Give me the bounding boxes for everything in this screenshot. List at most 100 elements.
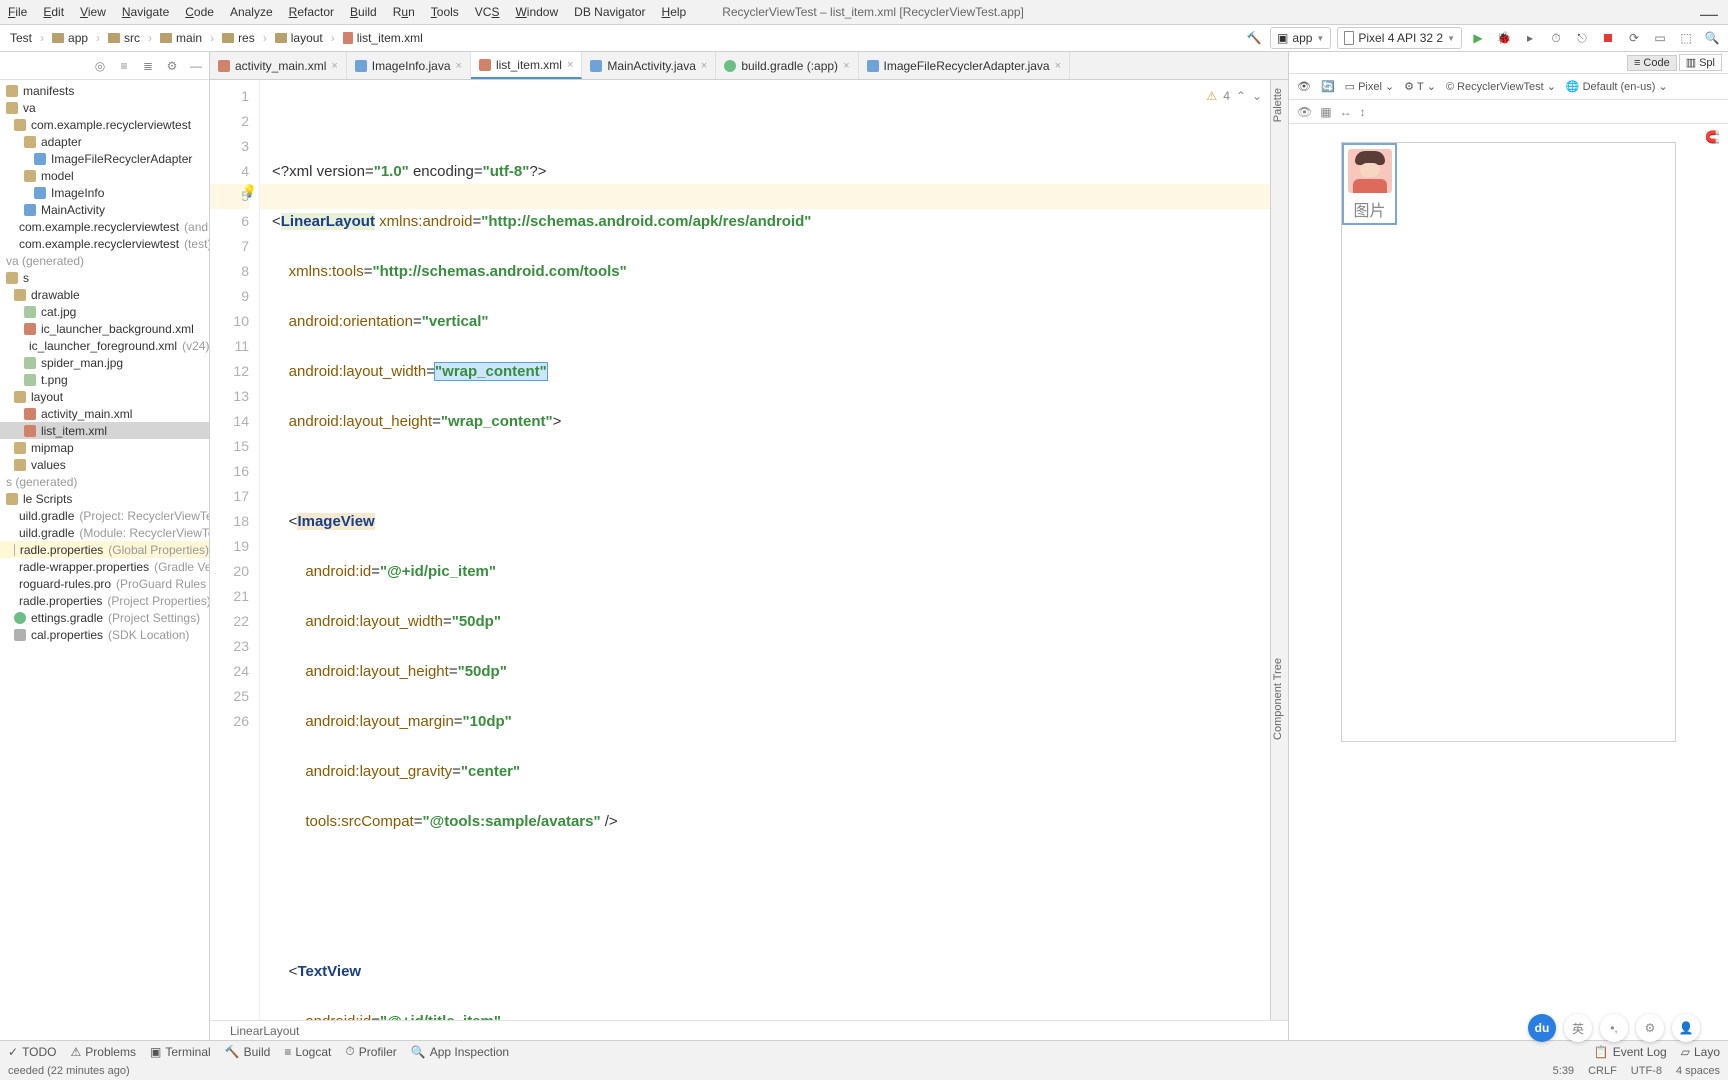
tree-node[interactable]: drawable (0, 286, 209, 303)
editor-breadcrumb[interactable]: LinearLayout (210, 1020, 1288, 1040)
menu-tools[interactable]: Tools (431, 5, 459, 19)
tree-node[interactable]: uild.gradle (Module: RecyclerViewTest.ap… (0, 524, 209, 541)
code-editor[interactable]: ⚠4 ⌃ ⌄ <?xml version="1.0" encoding="utf… (260, 80, 1270, 1020)
tree-node[interactable]: uild.gradle (Project: RecyclerViewTest) (0, 507, 209, 524)
api-dropdown[interactable]: ⚙ T ⌄ (1404, 80, 1436, 93)
settings-icon[interactable]: ⚙ (165, 59, 179, 73)
tree-node[interactable]: cal.properties (SDK Location) (0, 626, 209, 643)
editor-tab[interactable]: MainActivity.java× (582, 52, 716, 79)
menu-window[interactable]: Window (515, 5, 558, 19)
collapse-icon[interactable]: ≣ (141, 59, 155, 73)
tree-node[interactable]: roguard-rules.pro (ProGuard Rules for Re… (0, 575, 209, 592)
tree-node[interactable]: ic_launcher_background.xml (0, 320, 209, 337)
profiler-tool[interactable]: ⏱ Profiler (345, 1044, 396, 1059)
device-selector[interactable]: Pixel 4 API 32 2 ▼ (1337, 27, 1462, 49)
tree-node[interactable]: ic_launcher_foreground.xml (v24) (0, 337, 209, 354)
intention-bulb-icon[interactable]: 💡 (242, 184, 257, 198)
tree-node[interactable]: cat.jpg (0, 303, 209, 320)
ime-punct-icon[interactable]: •, (1600, 1014, 1628, 1042)
close-icon[interactable]: × (701, 60, 707, 72)
preview-linearlayout[interactable]: 图片 (1342, 143, 1397, 225)
crumb[interactable]: app (46, 29, 94, 47)
hide-icon[interactable]: — (189, 59, 203, 73)
event-log-tool[interactable]: 📋 Event Log (1594, 1045, 1667, 1059)
device-dropdown[interactable]: ▭ Pixel ⌄ (1345, 80, 1394, 93)
menu-file[interactable]: File (8, 5, 27, 19)
tree-node[interactable]: ettings.gradle (Project Settings) (0, 609, 209, 626)
tree-node[interactable]: spider_man.jpg (0, 354, 209, 371)
tree-node[interactable]: ImageFileRecyclerAdapter (0, 150, 209, 167)
menu-edit[interactable]: Edit (43, 5, 64, 19)
menu-navigate[interactable]: Navigate (122, 5, 169, 19)
menu-code[interactable]: Code (185, 5, 214, 19)
close-icon[interactable]: × (331, 60, 337, 72)
crumb[interactable]: main (154, 29, 208, 47)
debug-button[interactable]: 🐞 (1494, 28, 1514, 48)
tree-node[interactable]: mipmap (0, 439, 209, 456)
menu-build[interactable]: Build (350, 5, 377, 19)
preview-textview[interactable]: 图片 (1353, 193, 1385, 221)
design-view-icon[interactable]: 👁 (1297, 80, 1311, 93)
component-tree-tab[interactable]: Component Tree (1271, 650, 1285, 748)
tree-node[interactable]: com.example.recyclerviewtest (androidTes… (0, 218, 209, 235)
line-separator[interactable]: CRLF (1588, 1065, 1617, 1077)
editor-tab[interactable]: ImageFileRecyclerAdapter.java× (859, 52, 1071, 79)
theme-dropdown[interactable]: © RecyclerViewTest ⌄ (1446, 80, 1556, 93)
close-icon[interactable]: × (567, 59, 573, 71)
attach-button[interactable]: ⎋ (1572, 28, 1592, 48)
editor-tab-active[interactable]: list_item.xml× (471, 52, 582, 79)
locale-dropdown[interactable]: 🌐 Default (en-us) ⌄ (1566, 80, 1668, 93)
avd-button[interactable]: ▭ (1650, 28, 1670, 48)
menu-run[interactable]: Run (393, 5, 415, 19)
layout-inspector-tool[interactable]: ▱ Layo (1681, 1045, 1720, 1059)
tree-node[interactable]: va (0, 99, 209, 116)
crumb[interactable]: src (102, 29, 146, 47)
sync-button[interactable]: ⟳ (1624, 28, 1644, 48)
indent-info[interactable]: 4 spaces (1676, 1065, 1720, 1077)
coverage-button[interactable]: ▸ (1520, 28, 1540, 48)
tree-node[interactable]: va (generated) (0, 252, 209, 269)
logcat-tool[interactable]: ≡ Logcat (284, 1045, 331, 1059)
split-mode-button[interactable]: ▥ Spl (1679, 54, 1722, 71)
menu-analyze[interactable]: Analyze (230, 5, 273, 19)
stop-button[interactable] (1598, 28, 1618, 48)
project-tree[interactable]: manifests va com.example.recyclerviewtes… (0, 80, 209, 643)
ime-user-icon[interactable]: 👤 (1672, 1014, 1700, 1042)
ime-lang-icon[interactable]: 英 (1564, 1014, 1592, 1042)
crumb[interactable]: layout (269, 29, 329, 47)
terminal-tool[interactable]: ▣ Terminal (150, 1045, 211, 1059)
tree-node[interactable]: values (0, 456, 209, 473)
tree-node[interactable]: adapter (0, 133, 209, 150)
close-icon[interactable]: × (456, 60, 462, 72)
sdk-button[interactable]: ⬚ (1676, 28, 1696, 48)
preview-imageview[interactable] (1348, 149, 1392, 193)
editor-tab[interactable]: ImageInfo.java× (347, 52, 471, 79)
menu-db[interactable]: DB Navigator (574, 5, 645, 19)
zoom-in-icon[interactable]: ↕ (1360, 105, 1366, 119)
palette-tab[interactable]: Palette (1271, 80, 1285, 130)
problems-tool[interactable]: ⚠ Problems (71, 1045, 136, 1059)
profile-button[interactable]: ⏱ (1546, 28, 1566, 48)
caret-position[interactable]: 5:39 (1553, 1065, 1574, 1077)
tree-node[interactable]: s (generated) (0, 473, 209, 490)
tree-node[interactable]: radle-wrapper.properties (Gradle Version… (0, 558, 209, 575)
locate-icon[interactable]: ◎ (93, 59, 107, 73)
tree-node[interactable]: layout (0, 388, 209, 405)
menu-help[interactable]: Help (662, 5, 687, 19)
editor-tab[interactable]: activity_main.xml× (210, 52, 347, 79)
run-button[interactable]: ▶ (1468, 28, 1488, 48)
inspection-summary[interactable]: ⚠4 ⌃ ⌄ (1206, 84, 1262, 109)
tree-node-selected[interactable]: list_item.xml (0, 422, 209, 439)
crumb[interactable]: Test (4, 29, 38, 47)
tree-node[interactable]: com.example.recyclerviewtest (test) (0, 235, 209, 252)
magnet-icon[interactable]: 🧲 (1705, 130, 1720, 144)
crumb[interactable]: res (216, 29, 261, 47)
tree-node[interactable]: t.png (0, 371, 209, 388)
tree-node[interactable]: model (0, 167, 209, 184)
app-inspection-tool[interactable]: 🔍 App Inspection (411, 1045, 509, 1059)
todo-tool[interactable]: ✓ TODO (8, 1045, 57, 1059)
design-surface-icon[interactable]: 👁 (1297, 105, 1312, 119)
preview-canvas[interactable]: 🧲 图片 (1289, 124, 1728, 1040)
build-icon[interactable] (1244, 28, 1264, 48)
run-config-selector[interactable]: ▣ app ▼ (1270, 27, 1331, 49)
